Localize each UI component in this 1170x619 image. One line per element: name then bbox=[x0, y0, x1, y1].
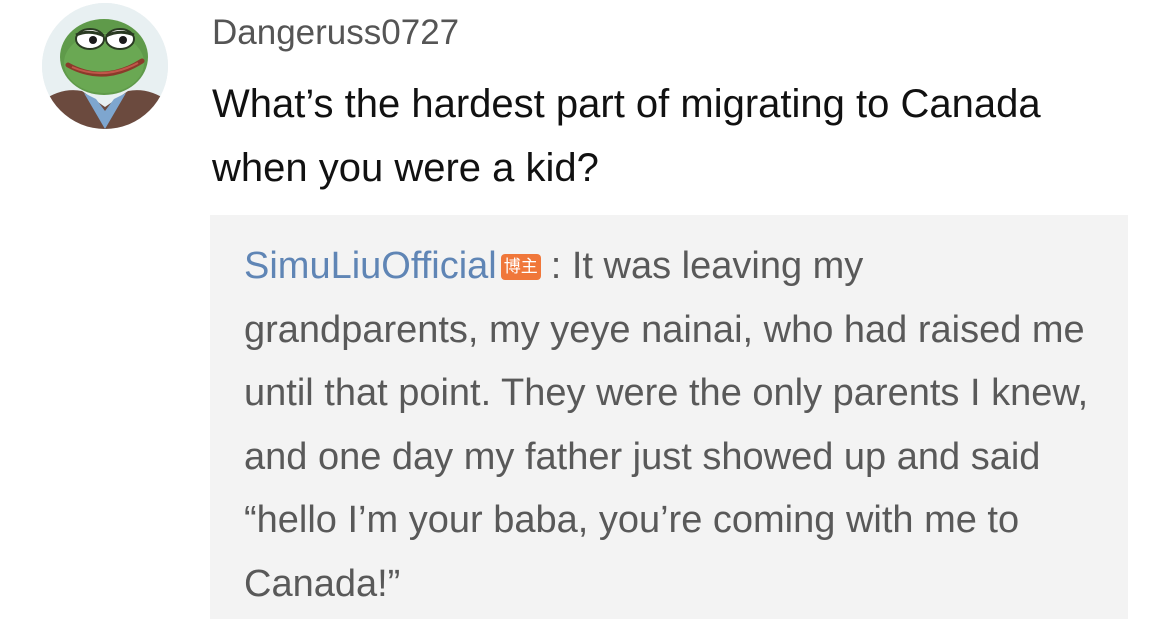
avatar[interactable] bbox=[42, 3, 168, 129]
reply-author-link[interactable]: SimuLiuOfficial bbox=[244, 245, 497, 287]
comment-text: What’s the hardest part of migrating to … bbox=[212, 82, 1041, 190]
reply-box[interactable]: SimuLiuOfficial 博主: It was leaving my gra… bbox=[210, 215, 1128, 619]
frog-avatar-icon bbox=[42, 3, 168, 129]
reply-text: It was leaving my grandparents, my yeye … bbox=[244, 245, 1089, 605]
comment-username[interactable]: Dangeruss0727 bbox=[212, 12, 459, 54]
blogger-badge: 博主 bbox=[500, 254, 541, 280]
reply-body: SimuLiuOfficial 博主: It was leaving my gra… bbox=[244, 235, 1104, 616]
reply-separator: : bbox=[550, 245, 562, 287]
